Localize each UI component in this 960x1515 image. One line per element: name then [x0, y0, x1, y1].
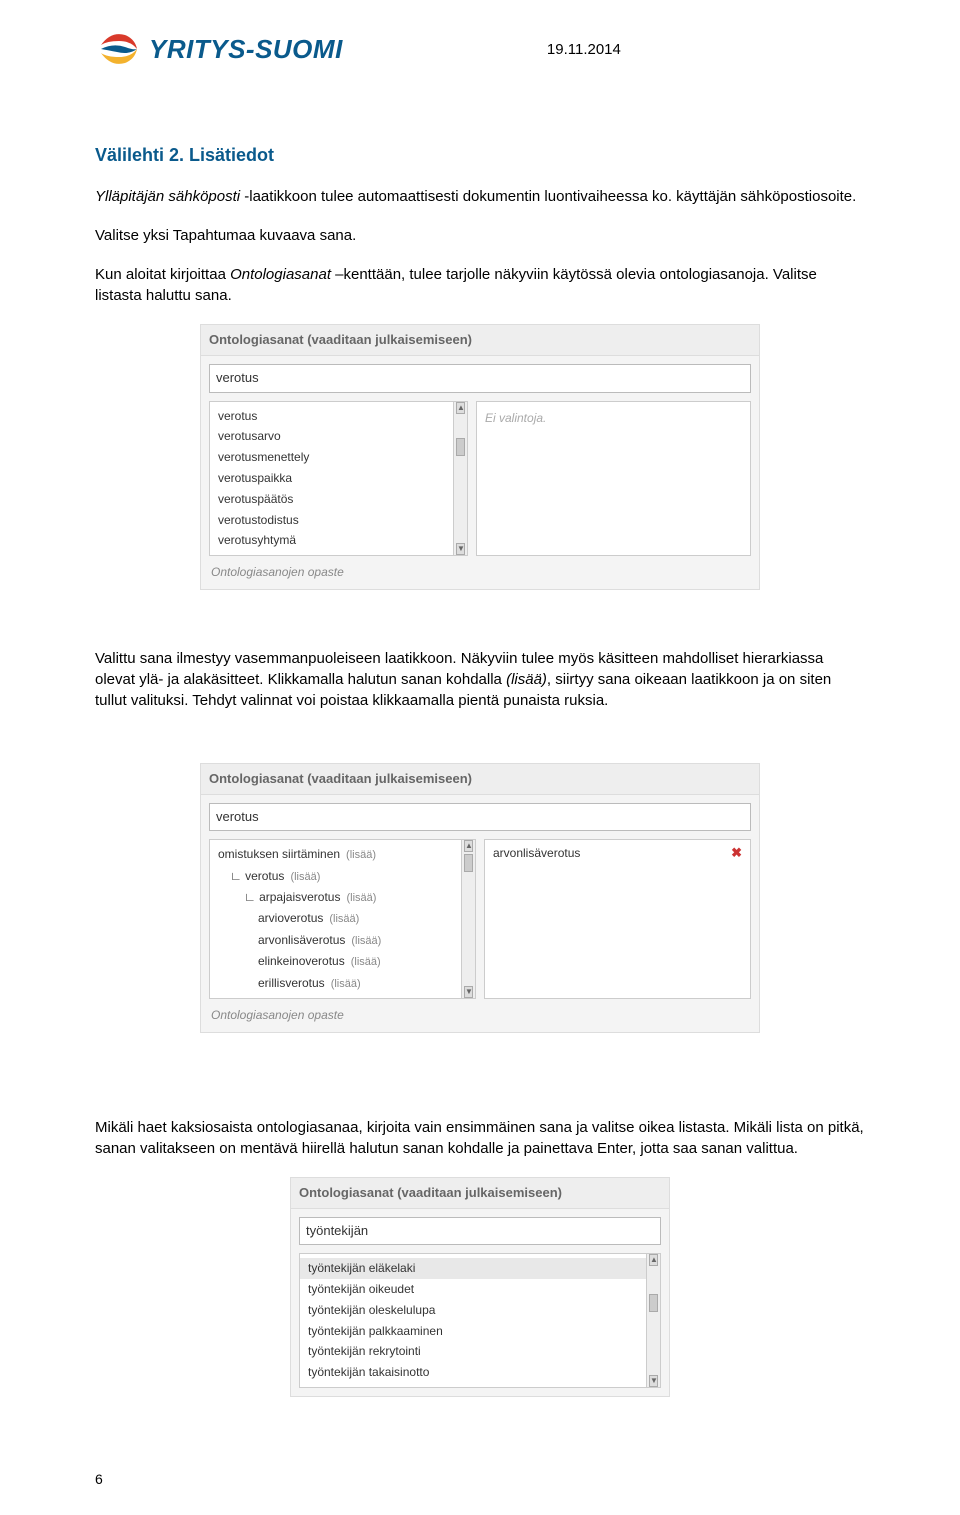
list-item[interactable]: verotustodistus: [210, 510, 467, 531]
ontology-panel-1: Ontologiasanat (vaaditaan julkaisemiseen…: [200, 324, 760, 590]
ontology-selected-empty: Ei valintoja.: [476, 401, 751, 557]
scroll-thumb[interactable]: [464, 854, 473, 872]
ontology-search-input[interactable]: verotus: [209, 803, 751, 831]
ontology-panel-2: Ontologiasanat (vaaditaan julkaisemiseen…: [200, 763, 760, 1033]
list-item[interactable]: verotuspaikka: [210, 468, 467, 489]
panel-title: Ontologiasanat (vaaditaan julkaisemiseen…: [201, 764, 759, 795]
scroll-down-icon[interactable]: ▼: [464, 986, 473, 998]
ontology-hierarchy-list[interactable]: omistuksen siirtäminen(lisää) ∟ verotus(…: [209, 839, 476, 999]
list-item[interactable]: työntekijän oikeudet: [300, 1279, 660, 1300]
scrollbar[interactable]: ▲ ▼: [646, 1254, 660, 1387]
ontology-panel-3: Ontologiasanat (vaaditaan julkaisemiseen…: [290, 1177, 670, 1397]
list-item[interactable]: ∟ verotus(lisää): [210, 866, 475, 887]
page-number: 6: [95, 1470, 103, 1490]
paragraph-3: Kun aloitat kirjoittaa Ontologiasanat –k…: [95, 264, 865, 306]
list-item[interactable]: verotuspäätös: [210, 489, 467, 510]
panel-title: Ontologiasanat (vaaditaan julkaisemiseen…: [291, 1178, 669, 1209]
paragraph-4: Valittu sana ilmestyy vasemmanpuoleiseen…: [95, 648, 865, 711]
ontology-search-input[interactable]: työntekijän: [299, 1217, 661, 1245]
scrollbar[interactable]: ▲ ▼: [453, 402, 467, 556]
list-item[interactable]: työntekijän rekrytointi: [300, 1341, 660, 1362]
list-item[interactable]: elinkeinoverotus(lisää): [210, 951, 475, 972]
list-item[interactable]: työntekijän palkkaaminen: [300, 1321, 660, 1342]
document-body: Välilehti 2. Lisätiedot Ylläpitäjän sähk…: [95, 143, 865, 1397]
paragraph-1: Ylläpitäjän sähköposti -laatikkoon tulee…: [95, 186, 865, 207]
list-item[interactable]: verotusyhtymä: [210, 530, 467, 551]
list-item[interactable]: työntekijän takaisinotto: [300, 1362, 660, 1383]
list-item[interactable]: arvioverotus(lisää): [210, 908, 475, 929]
list-item[interactable]: erillisverotus(lisää): [210, 973, 475, 994]
scroll-up-icon[interactable]: ▲: [464, 840, 473, 852]
document-date: 19.11.2014: [303, 39, 865, 60]
list-item[interactable]: työntekijän oleskelulupa: [300, 1300, 660, 1321]
paragraph-2: Valitse yksi Tapahtumaa kuvaava sana.: [95, 225, 865, 246]
list-item[interactable]: työntekijän eläkelaki: [300, 1258, 660, 1279]
panel-help-link[interactable]: Ontologiasanojen opaste: [201, 560, 759, 589]
list-item[interactable]: verotusmenettely: [210, 447, 467, 468]
ontology-selected-list: arvonlisäverotus ✖: [484, 839, 751, 999]
panel-title: Ontologiasanat (vaaditaan julkaisemiseen…: [201, 325, 759, 356]
list-item[interactable]: ∟ arpajaisverotus(lisää): [210, 887, 475, 908]
selected-item: arvonlisäverotus ✖: [485, 840, 750, 866]
ontology-suggestion-list[interactable]: työntekijän eläkelaki työntekijän oikeud…: [299, 1253, 661, 1388]
panel-help-link[interactable]: Ontologiasanojen opaste: [201, 1003, 759, 1032]
list-item[interactable]: verotus: [210, 406, 467, 427]
list-item[interactable]: verotusarvo: [210, 426, 467, 447]
ontology-suggestion-list[interactable]: verotus verotusarvo verotusmenettely ver…: [209, 401, 468, 557]
scroll-down-icon[interactable]: ▼: [456, 543, 465, 555]
ontology-search-input[interactable]: verotus: [209, 364, 751, 392]
page-header: YRITYS-SUOMI 19.11.2014: [95, 25, 865, 73]
remove-icon[interactable]: ✖: [731, 844, 742, 862]
scroll-down-icon[interactable]: ▼: [649, 1375, 658, 1387]
paragraph-5: Mikäli haet kaksiosaista ontologiasanaa,…: [95, 1117, 865, 1159]
section-title: Välilehti 2. Lisätiedot: [95, 143, 865, 168]
list-item[interactable]: omistuksen siirtäminen(lisää): [210, 844, 475, 865]
logo-icon: [95, 25, 143, 73]
scroll-up-icon[interactable]: ▲: [456, 402, 465, 414]
scroll-thumb[interactable]: [649, 1294, 658, 1312]
scroll-thumb[interactable]: [456, 438, 465, 456]
list-item[interactable]: arvonlisäverotus(lisää): [210, 930, 475, 951]
scrollbar[interactable]: ▲ ▼: [461, 840, 475, 998]
scroll-up-icon[interactable]: ▲: [649, 1254, 658, 1266]
